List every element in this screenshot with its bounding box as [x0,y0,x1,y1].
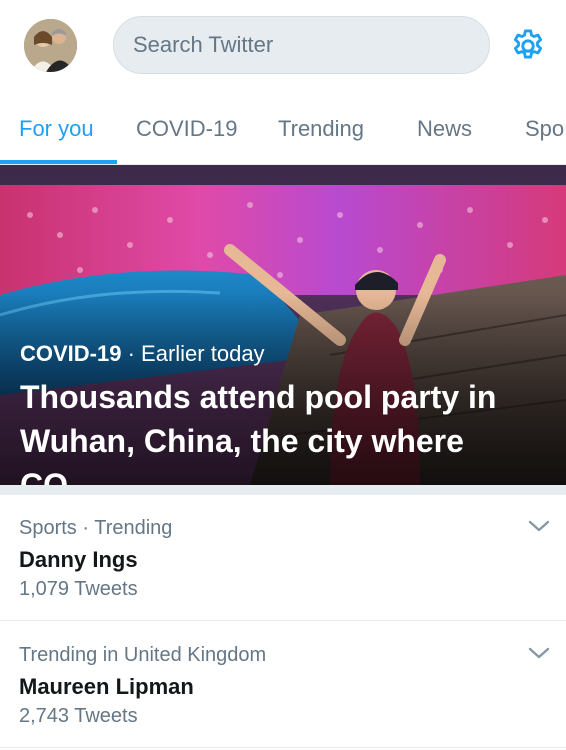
featured-story-card[interactable]: COVID-19 · Earlier today Thousands atten… [0,165,566,485]
search-bar[interactable] [113,16,490,74]
profile-avatar[interactable] [24,19,77,72]
gear-icon[interactable] [509,27,547,65]
trend-item[interactable]: Trending in United Kingdom Maureen Lipma… [0,622,566,748]
tab-covid-19[interactable]: COVID-19 [136,92,237,164]
trend-name: Maureen Lipman [19,674,194,699]
tab-for-you[interactable]: For you [19,92,94,164]
story-time: Earlier today [141,341,265,366]
trend-tweet-count: 2,743 Tweets [19,705,138,727]
top-bar [0,0,566,92]
chevron-down-icon[interactable] [528,646,550,660]
avatar-image [24,19,77,72]
trend-tweet-count: 1,079 Tweets [19,578,138,600]
tab-news[interactable]: News [417,92,472,164]
chevron-down-icon[interactable] [528,519,550,533]
trend-context: Sports · Trending [19,517,173,539]
meta-separator: · [121,341,142,366]
trend-name: Danny Ings [19,547,138,572]
story-headline: Thousands attend pool party in Wuhan, Ch… [20,379,497,485]
section-divider [0,485,566,495]
story-meta: COVID-19 · Earlier today [20,341,265,367]
active-tab-indicator [0,160,117,164]
trend-item[interactable]: Sports · Trending Danny Ings 1,079 Tweet… [0,495,566,621]
story-category: COVID-19 [20,341,122,366]
explore-tabs: For you COVID-19 Trending News Spo [0,92,566,165]
tab-sports[interactable]: Spo [525,92,564,164]
tab-trending[interactable]: Trending [278,92,364,164]
trend-context: Trending in United Kingdom [19,644,267,666]
search-input[interactable] [133,32,489,58]
